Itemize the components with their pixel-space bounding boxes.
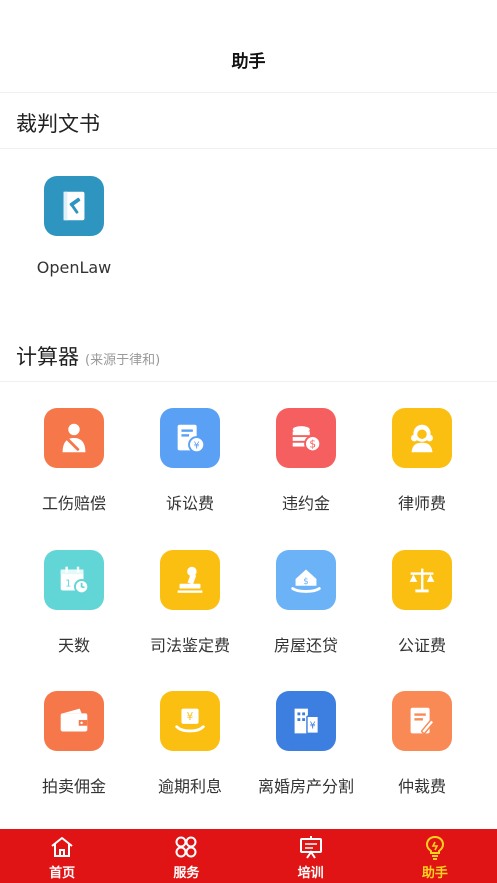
wallet-icon <box>44 691 104 751</box>
page-title: 助手 <box>231 52 266 72</box>
judgment-section-title: 裁判文书 <box>16 112 100 136</box>
invoice-yen-icon: ¥ <box>160 408 220 468</box>
tab-service-label: 服务 <box>173 866 200 881</box>
svg-text:¥: ¥ <box>187 711 194 723</box>
calendar-clock-icon: 1 <box>44 550 104 610</box>
tab-home[interactable]: 首页 <box>0 829 124 883</box>
stamp-icon <box>160 550 220 610</box>
openlaw-item[interactable]: OpenLaw <box>16 176 132 296</box>
presentation-board-icon <box>299 836 322 859</box>
tab-training[interactable]: 培训 <box>249 829 373 883</box>
svg-text:$: $ <box>309 439 316 451</box>
house-hand-icon: $ <box>276 550 336 610</box>
calc-item-arbitration-fee[interactable]: 仲裁费 <box>364 691 480 811</box>
assistant-page: 助手 裁判文书 OpenLaw 计算器 (来源于律和) 工伤赔偿 ¥ 诉讼费 $… <box>0 0 497 883</box>
judgment-section-header: 裁判文书 <box>0 93 497 149</box>
bottom-tabbar: 首页 服务 培训 助手 <box>0 829 497 883</box>
calc-label-notary-fee: 公证费 <box>397 636 446 655</box>
scales-icon <box>392 550 452 610</box>
svg-text:1: 1 <box>65 579 71 590</box>
svg-text:$: $ <box>303 577 308 587</box>
tab-assistant[interactable]: 助手 <box>373 829 497 883</box>
calculator-section-header: 计算器 (来源于律和) <box>0 326 497 382</box>
tab-home-label: 首页 <box>49 866 76 881</box>
calc-item-notary-fee[interactable]: 公证费 <box>364 550 480 670</box>
building-yen-icon: ¥ <box>276 691 336 751</box>
svg-text:¥: ¥ <box>194 440 200 451</box>
calc-item-lawyer-fee[interactable]: 律师费 <box>364 408 480 528</box>
yen-hand-icon: ¥ <box>160 691 220 751</box>
injured-worker-icon <box>44 408 104 468</box>
home-icon <box>51 837 73 857</box>
grid-circles-icon <box>175 836 197 858</box>
svg-text:¥: ¥ <box>310 721 316 732</box>
lawyer-wig-icon <box>392 408 452 468</box>
calc-label-arbitration-fee: 仲裁费 <box>397 777 446 796</box>
lightbulb-icon <box>425 835 444 860</box>
calculator-title-text: 计算器 <box>16 345 79 369</box>
document-pen-icon <box>392 691 452 751</box>
coins-stack-icon: $ <box>276 408 336 468</box>
top-navbar: 助手 <box>0 0 497 93</box>
openlaw-label: OpenLaw <box>36 258 112 277</box>
tab-training-label: 培训 <box>297 866 324 881</box>
tab-service[interactable]: 服务 <box>124 829 248 883</box>
calculator-source-note: (来源于律和) <box>85 353 161 368</box>
calc-label-lawyer-fee: 律师费 <box>397 494 446 513</box>
calculator-section-title: 计算器 (来源于律和) <box>16 341 160 371</box>
tab-assistant-label: 助手 <box>421 866 448 881</box>
law-book-gavel-icon <box>44 176 104 236</box>
